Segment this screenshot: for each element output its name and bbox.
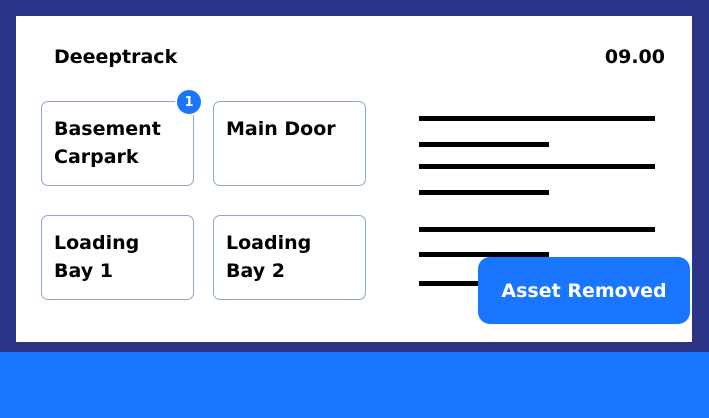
device-frame: Deeeptrack 09.00 Basement Carpark 1 Main… (0, 0, 709, 352)
zone-label: Main Door (226, 118, 336, 140)
bottom-bar (0, 352, 709, 418)
asset-removed-toast[interactable]: Asset Removed (478, 257, 690, 324)
screen: Deeeptrack 09.00 Basement Carpark 1 Main… (16, 16, 692, 342)
zone-tile-loading-bay-2[interactable]: Loading Bay 2 (213, 215, 366, 300)
log-line (419, 142, 549, 147)
app-title: Deeeptrack (54, 46, 178, 68)
zone-label: Basement Carpark (54, 118, 161, 168)
log-line (419, 164, 655, 169)
log-line (419, 116, 655, 121)
zone-tile-main-door[interactable]: Main Door (213, 101, 366, 186)
zone-label: Loading Bay 2 (226, 232, 312, 282)
zone-tile-basement-carpark[interactable]: Basement Carpark (41, 101, 194, 186)
clock: 09.00 (604, 46, 665, 68)
log-line (419, 190, 549, 195)
notification-badge: 1 (175, 88, 203, 116)
device: Deeeptrack 09.00 Basement Carpark 1 Main… (0, 0, 709, 418)
zone-label: Loading Bay 1 (54, 232, 140, 282)
zone-tile-loading-bay-1[interactable]: Loading Bay 1 (41, 215, 194, 300)
log-line (419, 227, 655, 232)
